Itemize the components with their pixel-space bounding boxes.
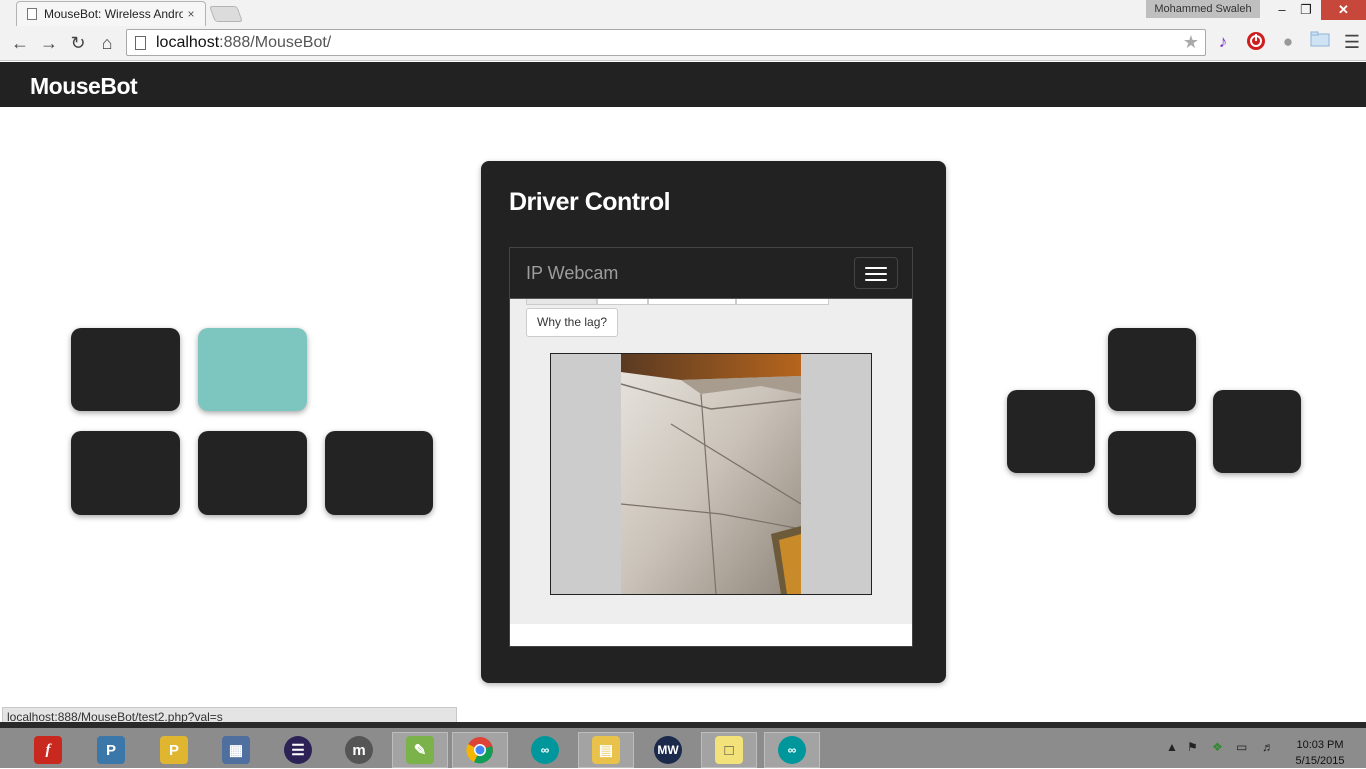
taskbar-app-network[interactable]: ▦ xyxy=(208,732,264,768)
taskbar-app-wamp[interactable]: m xyxy=(331,732,387,768)
taskbar-app-eclipse[interactable]: ☰ xyxy=(270,732,326,768)
dropbox-icon[interactable]: ❖ xyxy=(1212,740,1223,754)
menu-icon[interactable]: ☰ xyxy=(1341,31,1363,53)
webcam-video-feed xyxy=(621,354,801,594)
taskbar-app-arduino-ide[interactable]: ∞ xyxy=(764,732,820,768)
url-path: :888/MouseBot/ xyxy=(219,33,332,51)
left-pad-bottom-right-button[interactable] xyxy=(325,431,433,515)
webcam-frame: IP Webcam Why the lag? xyxy=(509,247,913,647)
music-note-icon[interactable]: ♪ xyxy=(1212,31,1234,53)
taskbar-app-notepad[interactable]: ✎ xyxy=(392,732,448,768)
webcam-brand[interactable]: IP Webcam xyxy=(526,263,618,284)
arduino-ide-icon: ∞ xyxy=(778,736,806,764)
tab-strip: MouseBot: Wireless Andro × Mohammed Swal… xyxy=(0,0,1366,26)
profile-name[interactable]: Mohammed Swaleh xyxy=(1146,0,1260,18)
forward-arrow-icon[interactable]: → xyxy=(37,32,61,54)
chrome-icon xyxy=(466,736,494,764)
left-pad-top-middle-button[interactable] xyxy=(198,328,307,411)
taskbar-app-arduino[interactable]: ∞ xyxy=(517,732,573,768)
hidden-tab[interactable] xyxy=(526,299,597,305)
show-hidden-icons-chevron-icon[interactable]: ▲ xyxy=(1166,740,1178,754)
page-icon xyxy=(27,8,37,20)
left-pad-top-left-button[interactable] xyxy=(71,328,180,411)
address-bar[interactable]: localhost:888/MouseBot/ ★ xyxy=(126,29,1206,56)
mw-icon: MW xyxy=(654,736,682,764)
bookmark-star-icon[interactable]: ★ xyxy=(1183,32,1199,53)
driver-control-panel: Driver Control IP Webcam Why the lag? xyxy=(481,161,946,683)
url-host: localhost xyxy=(156,33,220,51)
wamp-server-icon: m xyxy=(345,736,373,764)
home-icon[interactable]: ⌂ xyxy=(95,32,119,54)
folder-extension-icon[interactable] xyxy=(1309,31,1331,53)
sticky-notes-icon: □ xyxy=(715,736,743,764)
taskbar-app-mw[interactable]: MW xyxy=(640,732,696,768)
taskbar-app-python-shell[interactable]: P xyxy=(146,732,202,768)
python-icon: P xyxy=(97,736,125,764)
hidden-nav-tabs xyxy=(526,299,829,305)
site-brand[interactable]: MouseBot xyxy=(30,73,138,100)
taskbar-app-chrome[interactable] xyxy=(452,732,508,768)
tab-title: MouseBot: Wireless Andro xyxy=(44,7,183,21)
hidden-tab[interactable] xyxy=(736,299,829,305)
back-arrow-icon[interactable]: ← xyxy=(8,32,32,54)
browser-tab[interactable]: MouseBot: Wireless Andro × xyxy=(16,1,206,26)
left-pad-bottom-middle-button[interactable] xyxy=(198,431,307,515)
video-container xyxy=(550,353,872,595)
clock-time: 10:03 PM xyxy=(1296,739,1344,751)
dpad-down-button[interactable] xyxy=(1108,431,1196,515)
dpad-up-button[interactable] xyxy=(1108,328,1196,411)
file-explorer-icon: ▤ xyxy=(592,736,620,764)
arduino-icon: ∞ xyxy=(531,736,559,764)
site-navbar: MouseBot xyxy=(0,62,1366,107)
taskbar-app-foxit[interactable]: f xyxy=(20,732,76,768)
chat-bubble-icon[interactable]: ● xyxy=(1277,31,1299,53)
hidden-tab[interactable] xyxy=(648,299,736,305)
webcam-navbar: IP Webcam xyxy=(510,248,912,299)
system-clock[interactable]: 10:03 PM 5/15/2015 xyxy=(1290,737,1350,769)
network-computer-icon: ▦ xyxy=(222,736,250,764)
panel-title: Driver Control xyxy=(509,188,671,216)
hidden-tab[interactable] xyxy=(597,299,648,305)
foxit-icon: f xyxy=(34,736,62,764)
taskbar-app-explorer[interactable]: ▤ xyxy=(578,732,634,768)
stop-extension-icon[interactable] xyxy=(1245,31,1267,53)
network-signal-icon[interactable]: ▭ xyxy=(1236,740,1247,754)
windows-taskbar: f P P ▦ ☰ m ✎ ∞ ▤ MW □ ∞ ▲ ⚑ ❖ ▭ ♬ 10:03… xyxy=(0,722,1366,768)
clock-date: 5/15/2015 xyxy=(1295,755,1345,767)
close-window-button[interactable]: ✕ xyxy=(1321,0,1366,20)
left-pad-bottom-left-button[interactable] xyxy=(71,431,180,515)
webcam-body: Why the lag? xyxy=(510,299,912,624)
dpad-left-button[interactable] xyxy=(1007,390,1095,473)
new-tab-button[interactable] xyxy=(209,6,243,22)
tab-close-icon[interactable]: × xyxy=(183,7,199,21)
why-the-lag-button[interactable]: Why the lag? xyxy=(526,308,619,337)
reload-icon[interactable]: ↻ xyxy=(66,32,90,54)
dpad-right-button[interactable] xyxy=(1213,390,1301,473)
python-shell-icon: P xyxy=(160,736,188,764)
taskbar-app-sticky-notes[interactable]: □ xyxy=(701,732,757,768)
page-info-icon[interactable] xyxy=(135,35,146,50)
restore-button[interactable]: ❐ xyxy=(1292,0,1320,20)
browser-chrome: MouseBot: Wireless Andro × Mohammed Swal… xyxy=(0,0,1366,61)
notepad-plus-icon: ✎ xyxy=(406,736,434,764)
action-center-flag-icon[interactable]: ⚑ xyxy=(1187,740,1198,754)
eclipse-icon: ☰ xyxy=(284,736,312,764)
browser-toolbar: ← → ↻ ⌂ localhost:888/MouseBot/ ★ ♪ ● ☰ xyxy=(0,28,1366,58)
volume-speaker-icon[interactable]: ♬ xyxy=(1262,740,1274,754)
taskbar-app-python[interactable]: P xyxy=(83,732,139,768)
hamburger-menu-icon[interactable] xyxy=(854,257,898,289)
